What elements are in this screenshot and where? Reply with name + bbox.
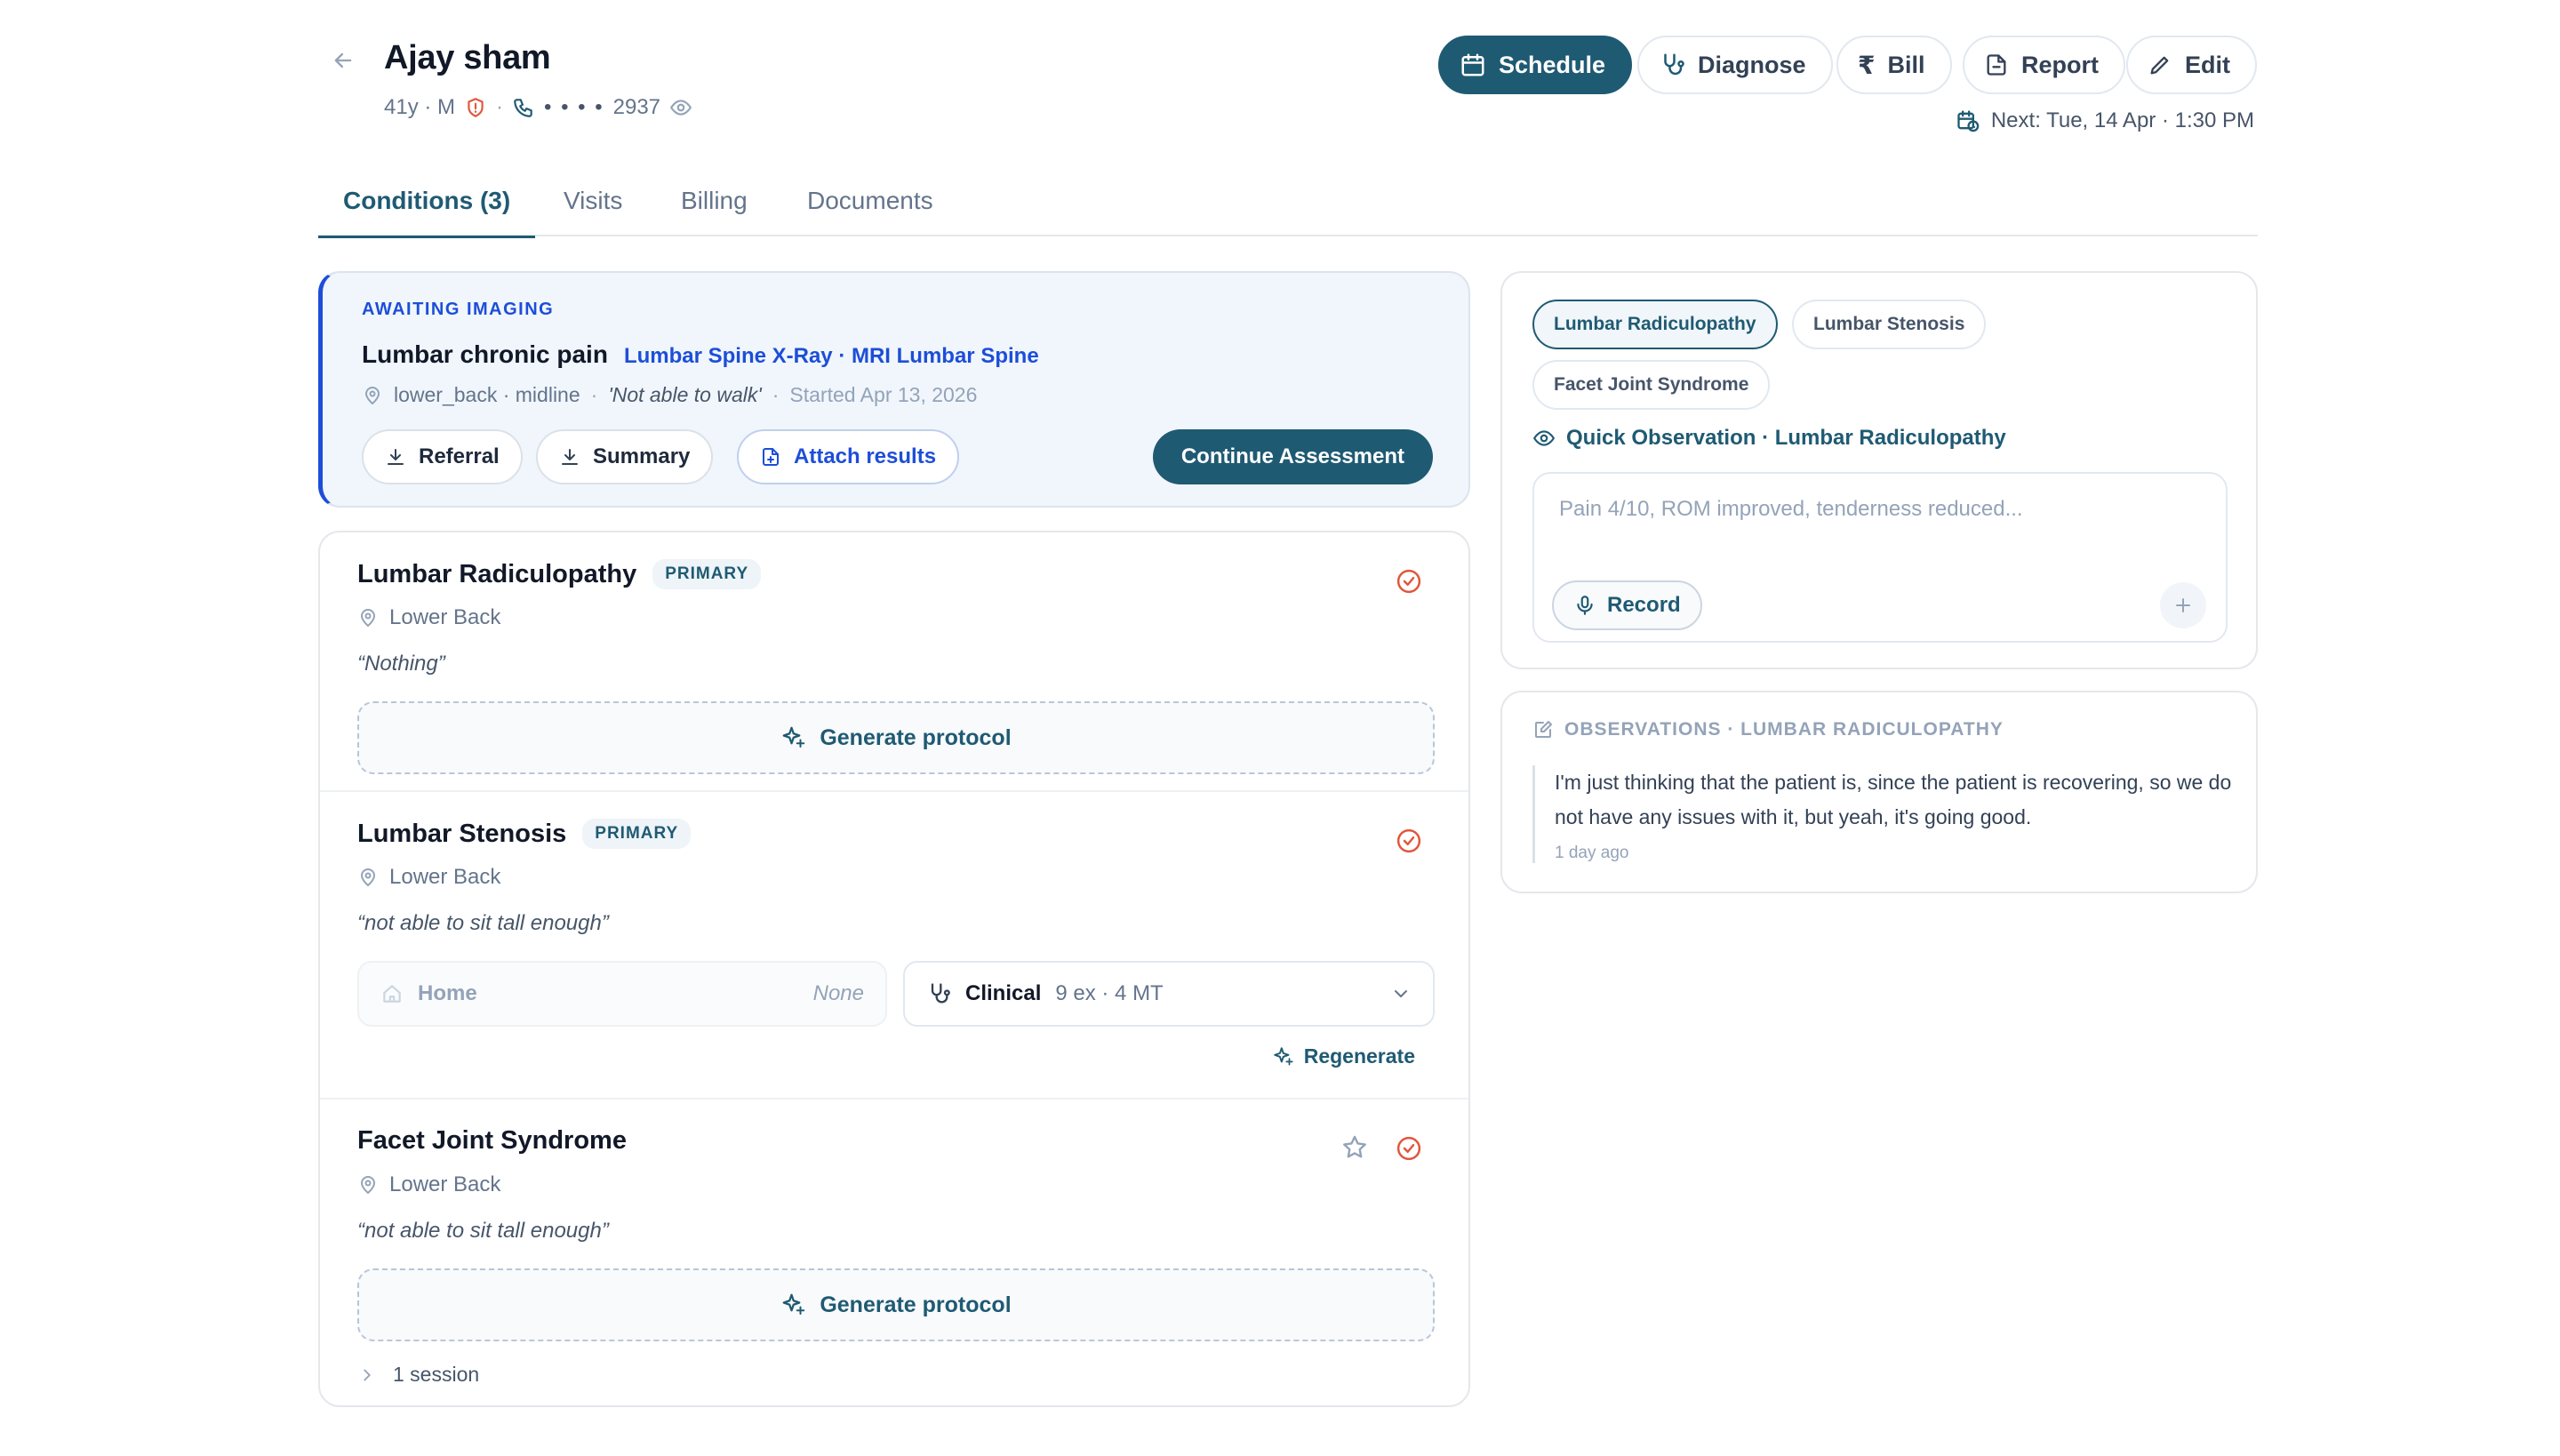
- plus-icon: [2176, 598, 2190, 612]
- quick-observation-title: Quick Observation · Lumbar Radiculopathy: [1532, 426, 2006, 451]
- chip-lumbar-radiculopathy[interactable]: Lumbar Radiculopathy: [1532, 300, 1778, 349]
- summary-button[interactable]: Summary: [536, 429, 714, 484]
- condition-quote: “Nothing”: [357, 652, 445, 676]
- chip-lumbar-stenosis[interactable]: Lumbar Stenosis: [1792, 300, 1987, 349]
- tab-bar: Conditions (3) Visits Billing Documents: [317, 165, 2258, 238]
- condition-location: Lower Back: [357, 865, 500, 890]
- observation-text: I'm just thinking that the patient is, s…: [1555, 771, 2232, 828]
- calendar-clock-icon: [1957, 110, 1980, 132]
- primary-badge: PRIMARY: [652, 559, 762, 589]
- clinical-program-dropdown[interactable]: Clinical 9 ex · 4 MT: [903, 961, 1435, 1027]
- add-observation-button[interactable]: [2160, 582, 2206, 628]
- map-pin-icon: [365, 386, 380, 404]
- eye-icon[interactable]: [669, 96, 692, 119]
- map-pin-icon: [361, 1176, 375, 1194]
- stethoscope-icon: [1664, 53, 1684, 76]
- eye-icon: [1533, 430, 1555, 446]
- awaiting-title-row: Lumbar chronic pain Lumbar Spine X-Ray ·…: [362, 340, 1039, 369]
- chevron-right-icon: [364, 1369, 371, 1380]
- condition-quote: “not able to sit tall enough”: [357, 1219, 609, 1243]
- bill-button[interactable]: ₹ Bill: [1836, 36, 1952, 94]
- microphone-icon: [1577, 596, 1593, 615]
- sparkles-icon: [782, 1293, 805, 1315]
- home-icon: [383, 985, 401, 1003]
- map-pin-icon: [361, 609, 375, 627]
- phone-icon: [514, 99, 532, 117]
- star-icon[interactable]: [1340, 1133, 1369, 1162]
- awaiting-condition-title: Lumbar chronic pain: [362, 340, 608, 368]
- generate-protocol-button[interactable]: Generate protocol: [357, 1268, 1435, 1341]
- rupee-icon: ₹: [1858, 51, 1876, 79]
- shield-alert-icon: [468, 98, 484, 117]
- observation-entry: I'm just thinking that the patient is, s…: [1532, 765, 2235, 863]
- next-appointment: Next: Tue, 14 Apr · 1:30 PM: [1956, 108, 2254, 133]
- condition-name: Facet Joint Syndrome: [357, 1126, 627, 1155]
- calendar-icon: [1461, 53, 1484, 76]
- condition-location: Lower Back: [357, 605, 500, 630]
- quick-observation-card: Lumbar Radiculopathy Lumbar Stenosis Fac…: [1500, 271, 2258, 669]
- patient-name: Ajay sham: [384, 39, 551, 76]
- primary-badge: PRIMARY: [582, 819, 692, 849]
- check-circle-icon[interactable]: [1396, 828, 1422, 854]
- file-icon: [1987, 54, 2006, 76]
- pencil-icon: [2150, 56, 2169, 75]
- tab-conditions[interactable]: Conditions (3): [317, 165, 536, 238]
- condition-name: Lumbar Stenosis: [357, 819, 567, 848]
- imaging-links[interactable]: Lumbar Spine X-Ray · MRI Lumbar Spine: [624, 344, 1039, 369]
- condition-item: Lumbar Stenosis PRIMARY Lower Back “not …: [320, 792, 1468, 1098]
- note-edit-icon: [1535, 721, 1552, 738]
- check-circle-icon[interactable]: [1396, 568, 1422, 595]
- observations-title: OBSERVATIONS · LUMBAR RADICULOPATHY: [1532, 719, 2004, 740]
- report-button[interactable]: Report: [1963, 36, 2125, 94]
- check-circle-icon[interactable]: [1396, 1135, 1422, 1162]
- generate-protocol-button[interactable]: Generate protocol: [357, 701, 1435, 774]
- map-pin-icon: [361, 868, 375, 886]
- back-button[interactable]: [327, 44, 359, 76]
- patient-meta: 41y · M · • • • • 2937: [384, 92, 692, 123]
- awaiting-meta: lower_back · midline · 'Not able to walk…: [362, 383, 977, 407]
- sparkles-icon: [782, 726, 805, 748]
- stethoscope-icon: [931, 983, 950, 1004]
- phone-mask: • • • •: [544, 95, 604, 119]
- chevron-down-icon: [1395, 990, 1407, 997]
- conditions-list: Lumbar Radiculopathy PRIMARY Lower Back …: [318, 531, 1470, 1407]
- schedule-button[interactable]: Schedule: [1438, 36, 1633, 94]
- diagnose-button[interactable]: Diagnose: [1637, 36, 1833, 94]
- file-plus-icon: [763, 448, 779, 466]
- condition-name: Lumbar Radiculopathy: [357, 559, 637, 588]
- attach-results-button[interactable]: Attach results: [737, 429, 960, 484]
- observation-input[interactable]: [1559, 497, 2199, 522]
- sparkles-icon: [1273, 1046, 1293, 1066]
- referral-button[interactable]: Referral: [362, 429, 523, 484]
- arrow-left-icon: [334, 52, 352, 68]
- sessions-toggle[interactable]: 1 session: [357, 1363, 479, 1387]
- condition-item: Lumbar Radiculopathy PRIMARY Lower Back …: [320, 532, 1468, 790]
- edit-button[interactable]: Edit: [2126, 36, 2257, 94]
- download-icon: [562, 449, 578, 465]
- condition-quote: “not able to sit tall enough”: [357, 911, 609, 935]
- phone-last-digits: 2937: [612, 95, 661, 119]
- patient-age-sex: 41y · M: [384, 95, 456, 119]
- condition-item: Facet Joint Syndrome Lower Back “not abl…: [320, 1100, 1468, 1407]
- observation-timestamp: 1 day ago: [1555, 844, 1629, 862]
- condition-location: Lower Back: [357, 1172, 500, 1197]
- observation-input-box: Record: [1532, 472, 2228, 643]
- record-button[interactable]: Record: [1552, 580, 1702, 630]
- regenerate-button[interactable]: Regenerate: [1272, 1044, 1415, 1068]
- tab-billing[interactable]: Billing: [681, 165, 748, 236]
- tab-documents[interactable]: Documents: [807, 165, 933, 236]
- download-icon: [388, 449, 404, 465]
- awaiting-imaging-card: AWAITING IMAGING Lumbar chronic pain Lum…: [318, 271, 1470, 508]
- tab-visits[interactable]: Visits: [564, 165, 622, 236]
- observations-card: OBSERVATIONS · LUMBAR RADICULOPATHY I'm …: [1500, 691, 2258, 893]
- awaiting-status-tag: AWAITING IMAGING: [362, 300, 555, 319]
- continue-assessment-button[interactable]: Continue Assessment: [1152, 429, 1433, 484]
- home-program-box: Home None: [357, 961, 887, 1027]
- chip-facet-joint-syndrome[interactable]: Facet Joint Syndrome: [1532, 360, 1771, 410]
